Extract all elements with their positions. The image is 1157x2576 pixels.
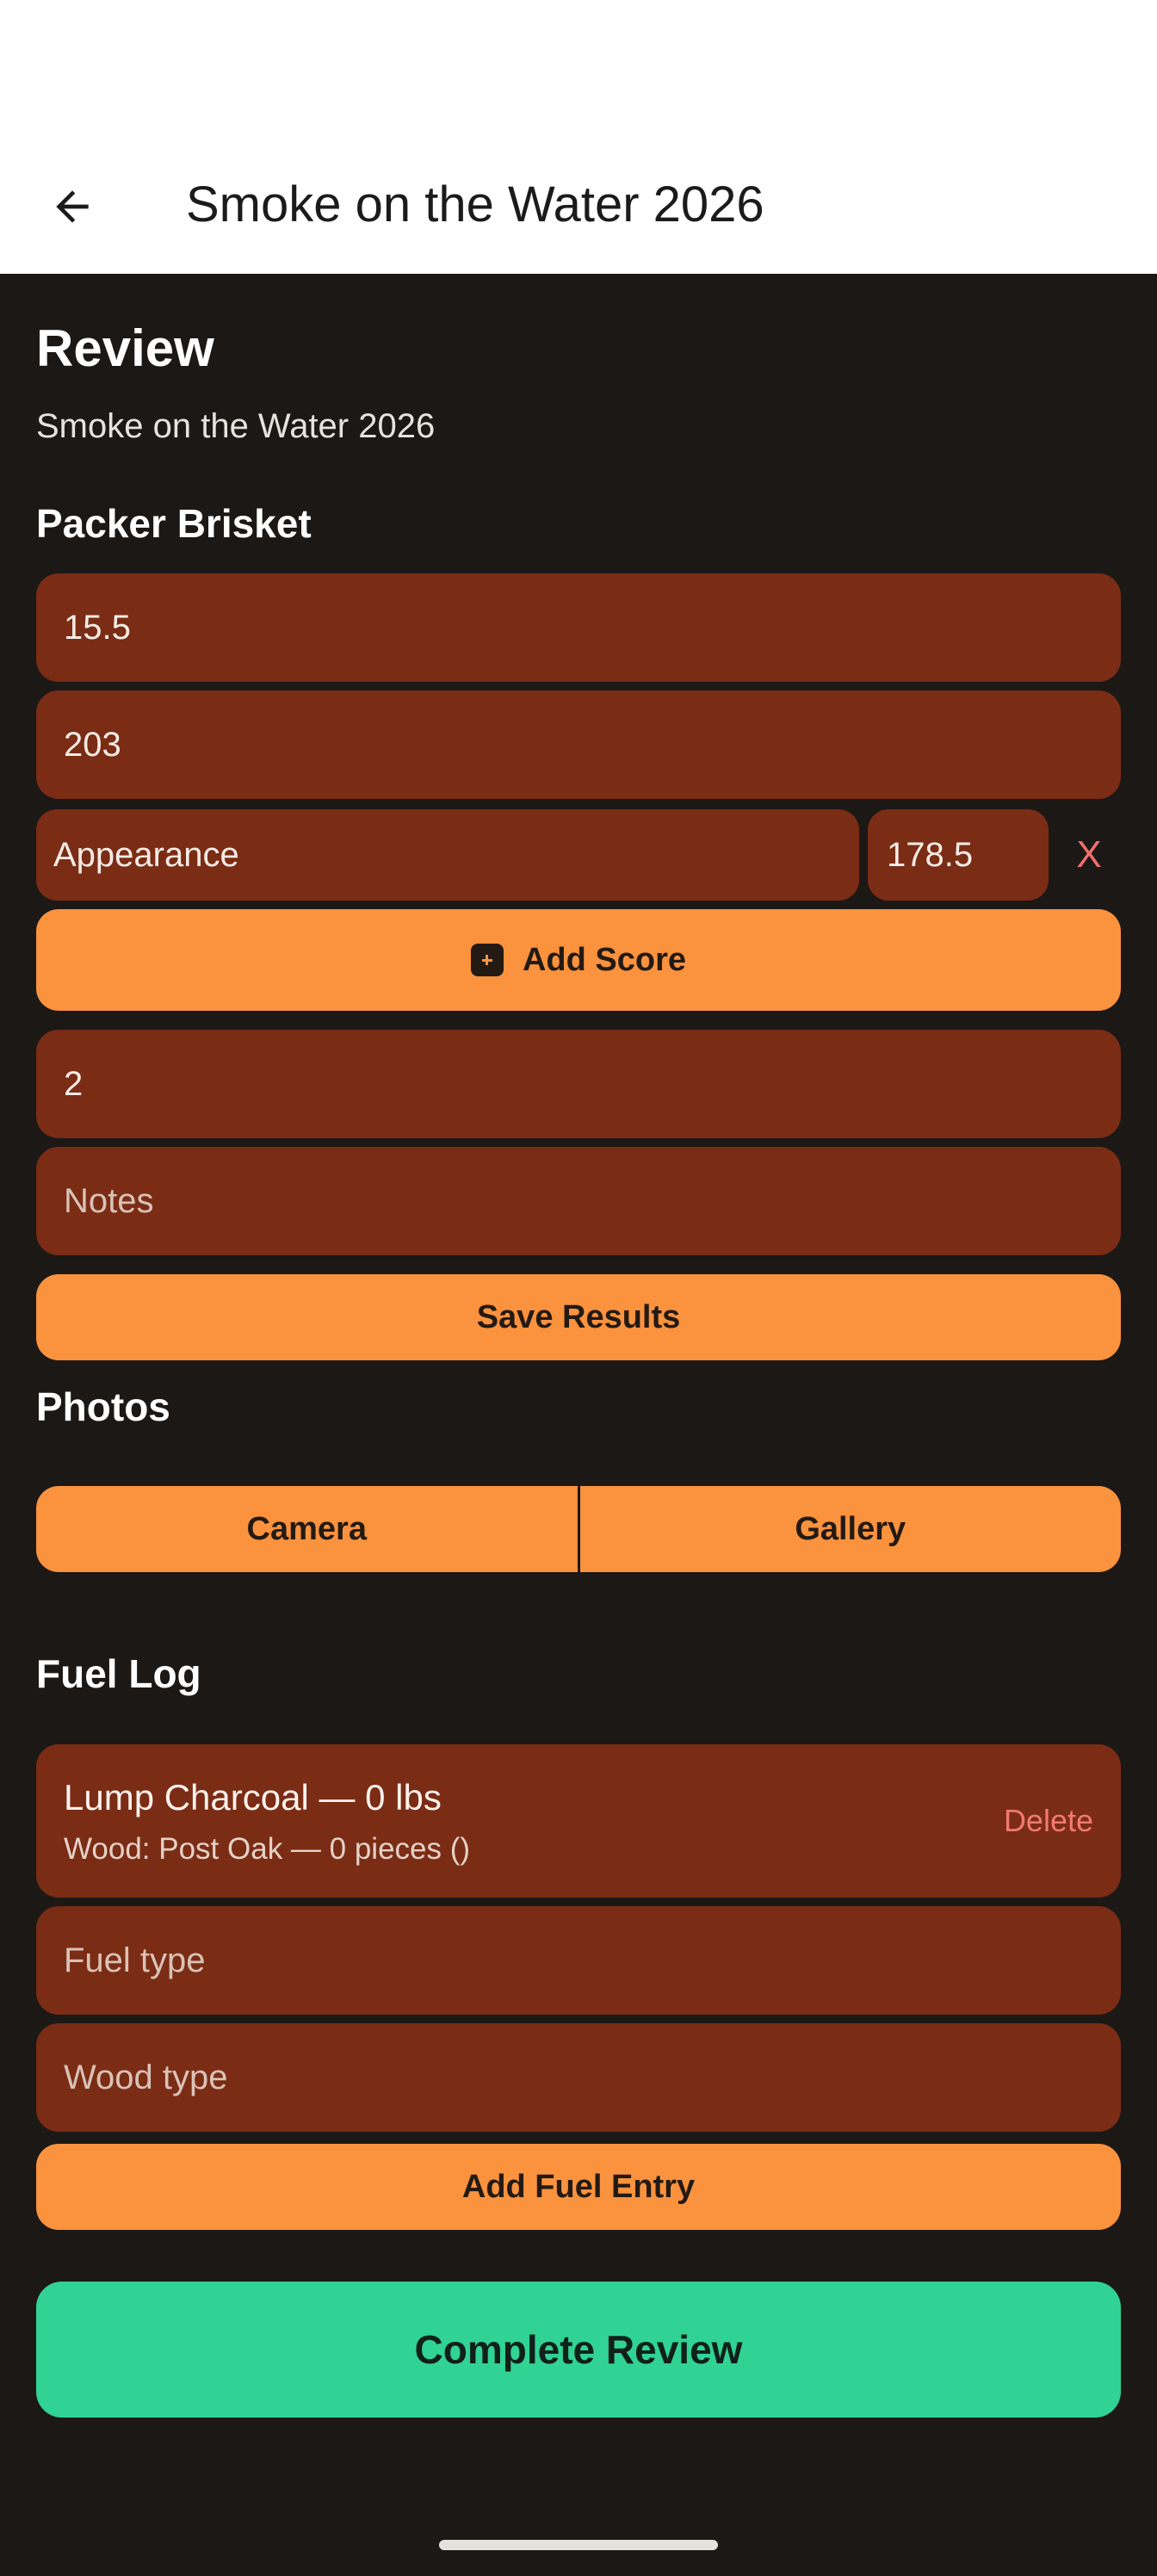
temperature-value: 203 <box>64 725 121 764</box>
wood-type-input[interactable]: Wood type <box>36 2023 1121 2132</box>
place-input[interactable]: 2 <box>36 1030 1121 1138</box>
complete-review-button[interactable]: Complete Review <box>36 2282 1121 2418</box>
delete-fuel-entry-button[interactable]: Delete <box>1004 1803 1093 1839</box>
add-box-icon <box>470 944 504 976</box>
fuel-type-placeholder: Fuel type <box>64 1941 206 1979</box>
event-subtitle: Smoke on the Water 2026 <box>36 407 436 445</box>
add-score-label: Add Score <box>522 941 687 978</box>
weight-input[interactable]: 15.5 <box>36 573 1121 682</box>
wood-type-placeholder: Wood type <box>64 2058 228 2096</box>
photos-heading: Photos <box>36 1384 170 1429</box>
notes-placeholder: Notes <box>64 1181 154 1220</box>
app-bar: Smoke on the Water 2026 <box>0 138 1157 274</box>
weight-value: 15.5 <box>64 608 131 647</box>
fuel-entry-title: Lump Charcoal — 0 lbs <box>64 1777 442 1817</box>
score-name-value: Appearance <box>53 835 239 874</box>
arrow-left-icon <box>56 190 89 223</box>
home-indicator[interactable] <box>439 2540 718 2550</box>
review-heading: Review <box>36 319 214 377</box>
score-value-input[interactable]: 178.5 <box>868 809 1049 901</box>
notes-input[interactable]: Notes <box>36 1147 1121 1255</box>
category-heading: Packer Brisket <box>36 501 312 546</box>
gallery-button[interactable]: Gallery <box>579 1486 1121 1572</box>
score-value: 178.5 <box>887 835 974 874</box>
score-name-input[interactable]: Appearance <box>36 809 859 901</box>
fuel-log-heading: Fuel Log <box>36 1651 201 1696</box>
add-fuel-entry-button[interactable]: Add Fuel Entry <box>36 2144 1121 2230</box>
fuel-entry-wood: Wood: Post Oak — 0 pieces () <box>64 1832 471 1866</box>
page-title: Smoke on the Water 2026 <box>186 176 764 232</box>
save-results-button[interactable]: Save Results <box>36 1274 1121 1360</box>
place-value: 2 <box>64 1064 84 1103</box>
temperature-input[interactable]: 203 <box>36 690 1121 799</box>
remove-score-button[interactable]: X <box>1059 809 1119 901</box>
back-button[interactable] <box>34 169 110 245</box>
add-score-button[interactable]: Add Score <box>36 909 1121 1011</box>
camera-button[interactable]: Camera <box>36 1486 578 1572</box>
photo-source-group: Camera Gallery <box>36 1486 1121 1572</box>
fuel-entry-card: Lump Charcoal — 0 lbs Wood: Post Oak — 0… <box>36 1744 1121 1898</box>
fuel-type-input[interactable]: Fuel type <box>36 1906 1121 2015</box>
status-bar <box>0 0 1157 138</box>
